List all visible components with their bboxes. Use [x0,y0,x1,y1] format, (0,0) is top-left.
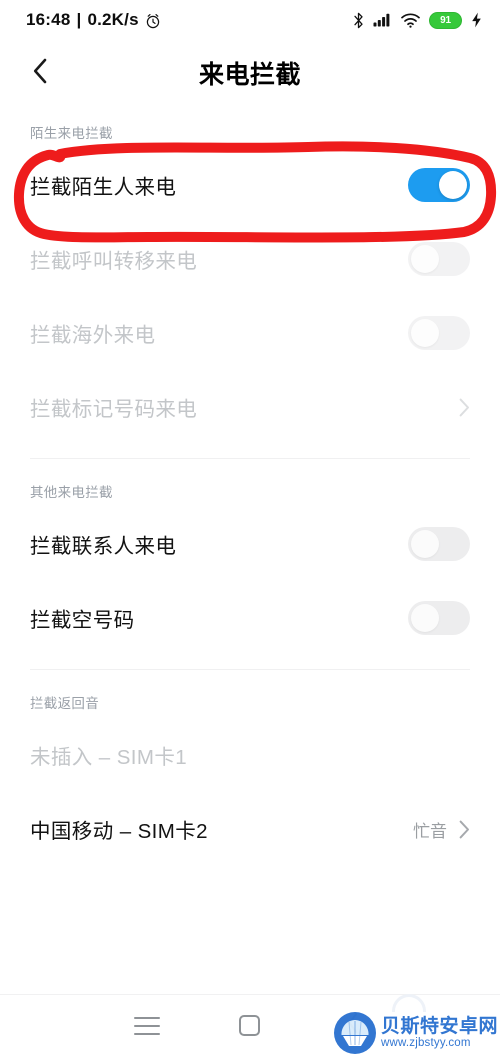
shell-logo-icon [333,1012,376,1054]
section-other-calls: 其他来电拦截 拦截联系人来电 拦截空号码 [30,465,470,655]
toggle-block-contact-calls[interactable] [408,527,470,561]
row-block-overseas-calls: 拦截海外来电 [30,296,470,370]
row-block-contact-calls[interactable]: 拦截联系人来电 [30,507,470,581]
toggle-block-overseas-calls [408,316,470,350]
row-label: 拦截标记号码来电 [30,398,198,421]
section-divider [30,669,470,670]
phone-screen: 16:48 | 0.2K/s 91 来电拦截 陌生来电拦截 拦截陌生人来电 拦截… [0,0,500,1056]
home-square-icon [238,1015,260,1036]
toggle-knob [439,171,467,199]
section-header: 陌生来电拦截 [30,126,113,141]
row-label: 未插入 – SIM卡1 [30,746,188,769]
row-label: 拦截海外来电 [30,324,156,347]
status-time: 16:48 [26,10,71,29]
chevron-right-icon [459,820,470,839]
section-block-tone: 拦截返回音 未插入 – SIM卡1 中国移动 – SIM卡2 忙音 [30,676,470,866]
toggle-knob [411,245,439,273]
watermark-site-name: 贝斯特安卓网 [380,1015,498,1037]
row-value: 忙音 [413,821,447,841]
battery-indicator: 91 [429,11,462,29]
toggle-knob [411,319,439,347]
watermark-site-url: www.zjbstyy.com [380,1037,471,1050]
status-separator: | [76,10,82,29]
page-header: 来电拦截 [0,40,500,106]
row-block-marked-numbers: 拦截标记号码来电 [30,370,470,444]
battery-level-text: 91 [440,14,451,26]
section-stranger-calls: 陌生来电拦截 拦截陌生人来电 拦截呼叫转移来电 拦截海外来电 拦截标记号码来电 [30,106,470,444]
status-network-speed: 0.2K/s [87,10,139,29]
page-title: 来电拦截 [198,61,301,89]
row-block-stranger-calls[interactable]: 拦截陌生人来电 [30,148,470,222]
section-divider [30,458,470,459]
row-block-empty-numbers[interactable]: 拦截空号码 [30,581,470,655]
row-control [408,527,470,561]
row-label: 中国移动 – SIM卡2 [30,820,208,843]
alarm-clock-icon [145,13,161,29]
row-label: 拦截呼叫转移来电 [30,250,198,273]
section-header: 其他来电拦截 [30,485,113,500]
menu-icon [134,1016,160,1035]
row-sim2[interactable]: 中国移动 – SIM卡2 忙音 [30,792,470,866]
site-watermark: 贝斯特安卓网 www.zjbstyy.com [333,1012,498,1054]
back-chevron-icon [32,58,48,89]
toggle-knob [411,530,439,558]
cellular-signal-icon [373,13,392,27]
back-button[interactable] [20,53,60,93]
settings-list: 陌生来电拦截 拦截陌生人来电 拦截呼叫转移来电 拦截海外来电 拦截标记号码来电 … [0,106,500,866]
watermark-text: 贝斯特安卓网 www.zjbstyy.com [380,1015,498,1050]
row-label: 拦截联系人来电 [30,535,177,558]
status-bar-right: 91 [353,11,482,29]
row-control [447,398,470,417]
toggle-block-forwarded-calls [408,242,470,276]
toggle-knob [411,604,439,632]
row-control [408,601,470,635]
row-control [408,168,470,202]
row-sim1: 未插入 – SIM卡1 [30,718,470,792]
chevron-right-icon [459,398,470,417]
charging-bolt-icon [471,12,482,28]
status-bar: 16:48 | 0.2K/s 91 [0,0,500,40]
nav-menu-button[interactable] [124,1006,170,1046]
section-header: 拦截返回音 [30,696,99,711]
toggle-block-stranger-calls[interactable] [408,168,470,202]
toggle-block-empty-numbers[interactable] [408,601,470,635]
wifi-icon [401,13,420,28]
bluetooth-icon [353,12,364,29]
row-block-forwarded-calls: 拦截呼叫转移来电 [30,222,470,296]
nav-home-button[interactable] [226,1006,272,1046]
row-label: 拦截空号码 [30,609,135,632]
row-control [408,242,470,276]
row-label: 拦截陌生人来电 [30,176,177,199]
row-control: 忙音 [413,817,470,842]
row-control [408,316,470,350]
status-bar-left: 16:48 | 0.2K/s [26,10,161,30]
